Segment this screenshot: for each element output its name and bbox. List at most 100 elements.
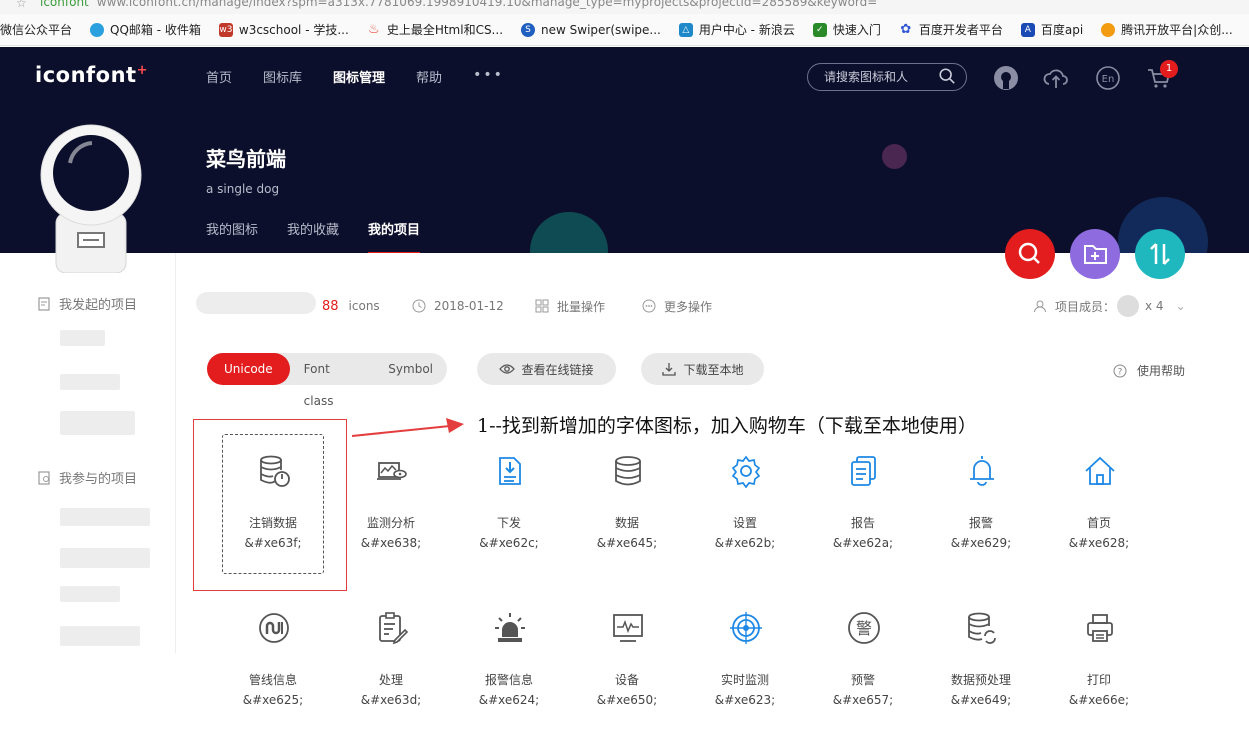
project-item-blurred[interactable] <box>60 586 120 602</box>
icon-name: 设置 <box>732 516 757 530</box>
batch-operation-button[interactable]: 批量操作 <box>535 296 605 316</box>
project-item-blurred[interactable] <box>60 508 150 526</box>
project-item-blurred[interactable] <box>60 374 120 390</box>
bookmark-item[interactable]: w3 w3cschool - 学技... <box>218 21 349 38</box>
bookmark-label: 微信公众平台 <box>0 23 73 37</box>
icon-name: 处理 <box>378 673 403 687</box>
bookmark-item[interactable]: ✿ 百度开发者平台 <box>899 21 1002 38</box>
tab-my-favorites[interactable]: 我的收藏 <box>287 219 339 253</box>
icon-name: 注销数据 <box>248 516 297 530</box>
mode-symbol-tab[interactable]: Symbol <box>374 353 447 385</box>
bookmark-item[interactable]: △ 用户中心 - 新浪云 <box>678 21 795 38</box>
icon-name: 报告 <box>850 516 875 530</box>
icon-name: 管线信息 <box>248 673 297 687</box>
language-en-icon[interactable]: En <box>1095 65 1121 91</box>
project-item-blurred[interactable] <box>60 626 140 646</box>
icon-card[interactable]: 处理 &#xe63d; <box>332 611 450 742</box>
icon-name: 下发 <box>496 516 521 530</box>
add-folder-fab-button[interactable] <box>1070 229 1120 279</box>
member-avatar[interactable] <box>1117 295 1140 317</box>
icon-name: 首页 <box>1086 516 1111 530</box>
bookmark-item[interactable]: 腾讯开放平台|众创... <box>1101 21 1233 38</box>
github-icon[interactable] <box>993 65 1019 91</box>
target-icon <box>730 612 762 644</box>
bookmark-item[interactable]: ♨ 史上最全Html和CS... <box>367 21 503 38</box>
question-icon: ? <box>1113 364 1127 377</box>
url-text[interactable]: www.iconfont.cn/manage/index?spm=a313x.7… <box>97 0 878 9</box>
url-site-name: iconfont <box>40 0 89 9</box>
gear-icon <box>731 455 761 488</box>
icon-name: 预警 <box>850 673 875 687</box>
icon-card[interactable]: 管线信息 &#xe625; <box>214 611 332 742</box>
icon-card[interactable]: 报警信息 &#xe624; <box>450 611 568 742</box>
nav-more-icon[interactable]: ••• <box>473 67 504 86</box>
svg-text:En: En <box>1102 74 1115 85</box>
project-sidebar: 我发起的项目 我参与的项目 <box>0 253 176 653</box>
project-members[interactable]: 项目成员： x 4 ⌄ <box>1033 295 1186 317</box>
search-fab-button[interactable] <box>1005 229 1055 279</box>
bookmark-item[interactable]: A 百度api <box>1020 21 1083 38</box>
usage-help-link[interactable]: ? 使用帮助 <box>1113 362 1185 379</box>
download-icon <box>662 363 677 376</box>
icon-card[interactable]: 数据 &#xe645; <box>568 454 686 604</box>
address-bar[interactable]: ☆ iconfont www.iconfont.cn/manage/index?s… <box>0 0 1249 14</box>
started-projects-title[interactable]: 我发起的项目 <box>38 294 137 313</box>
icon-card[interactable]: 首页 &#xe628; <box>1040 454 1158 604</box>
monitor-analysis-icon <box>377 462 407 480</box>
user-avatar[interactable] <box>38 123 144 273</box>
decor-circle <box>530 212 608 253</box>
icon-code: &#xe628; <box>1068 536 1130 550</box>
nav-home[interactable]: 首页 <box>206 67 232 86</box>
chevron-down-icon[interactable]: ⌄ <box>1176 299 1186 313</box>
icon-code: &#xe63f; <box>244 536 302 550</box>
icon-card[interactable]: 设备 &#xe650; <box>568 611 686 742</box>
annotation-text: 1--找到新增加的字体图标，加入购物车（下载至本地使用） <box>477 415 977 437</box>
alarm-light-icon <box>495 613 525 642</box>
view-online-link-button[interactable]: 查看在线链接 <box>477 353 616 385</box>
icon-card[interactable]: 实时监测 &#xe623; <box>686 611 804 742</box>
site-logo[interactable]: iconfont+ <box>35 63 148 87</box>
bookmark-item[interactable]: QQ邮箱 - 收件箱 <box>90 21 201 38</box>
icon-card[interactable]: 报告 &#xe62a; <box>804 454 922 604</box>
mode-fontclass-tab[interactable]: Font class <box>290 353 375 408</box>
bookmark-item[interactable]: ✓ 快速入门 <box>812 21 881 38</box>
project-item-blurred[interactable] <box>60 548 150 568</box>
download-local-button[interactable]: 下载至本地 <box>641 353 764 385</box>
home-icon <box>1085 456 1115 485</box>
icon-card[interactable]: 下发 &#xe62c; <box>450 454 568 604</box>
tab-my-projects[interactable]: 我的项目 <box>368 219 421 253</box>
svg-text:?: ? <box>1118 367 1123 377</box>
icon-card[interactable]: 注销数据 &#xe63f; <box>214 454 332 604</box>
edit-list-icon <box>379 612 409 645</box>
tab-my-icons[interactable]: 我的图标 <box>206 219 258 253</box>
search-input[interactable]: 请搜索图标和人 <box>807 63 967 91</box>
tencent-icon <box>1101 22 1116 37</box>
pipeline-icon <box>259 613 289 643</box>
nav-icon-library[interactable]: 图标库 <box>263 67 302 86</box>
icon-card[interactable]: 监测分析 &#xe638; <box>332 454 450 604</box>
mode-unicode-tab[interactable]: Unicode <box>207 353 290 385</box>
joined-projects-title[interactable]: 我参与的项目 <box>38 468 137 487</box>
search-icon[interactable] <box>938 67 956 85</box>
sinacloud-icon: △ <box>678 22 693 37</box>
bookmark-star-icon[interactable]: ☆ <box>16 0 27 10</box>
icon-card[interactable]: 数据预处理 &#xe649; <box>922 611 1040 742</box>
bookmark-item[interactable]: Snew Swiper(swipe... <box>521 22 661 37</box>
icon-card[interactable]: 设置 &#xe62b; <box>686 454 804 604</box>
icon-card[interactable]: 打印 &#xe66e; <box>1040 611 1158 742</box>
bookmark-item[interactable]: 微信公众平台 <box>0 21 72 38</box>
cart-count-badge: 1 <box>1160 60 1178 78</box>
sort-fab-button[interactable] <box>1135 229 1185 279</box>
icon-name: 报警 <box>968 516 993 530</box>
project-item-blurred[interactable] <box>60 330 105 346</box>
icon-card[interactable]: 报警 &#xe629; <box>922 454 1040 604</box>
nav-icon-manage[interactable]: 图标管理 <box>333 67 385 86</box>
device-monitor-icon <box>613 614 643 642</box>
more-operation-button[interactable]: 更多操作 <box>642 296 712 316</box>
upload-cloud-icon[interactable] <box>1043 65 1069 91</box>
report-icon <box>851 456 876 486</box>
icon-card[interactable]: 警 预警 &#xe657; <box>804 611 922 742</box>
icon-name: 数据 <box>614 516 639 530</box>
nav-help[interactable]: 帮助 <box>416 67 442 86</box>
project-item-blurred[interactable] <box>60 411 135 435</box>
